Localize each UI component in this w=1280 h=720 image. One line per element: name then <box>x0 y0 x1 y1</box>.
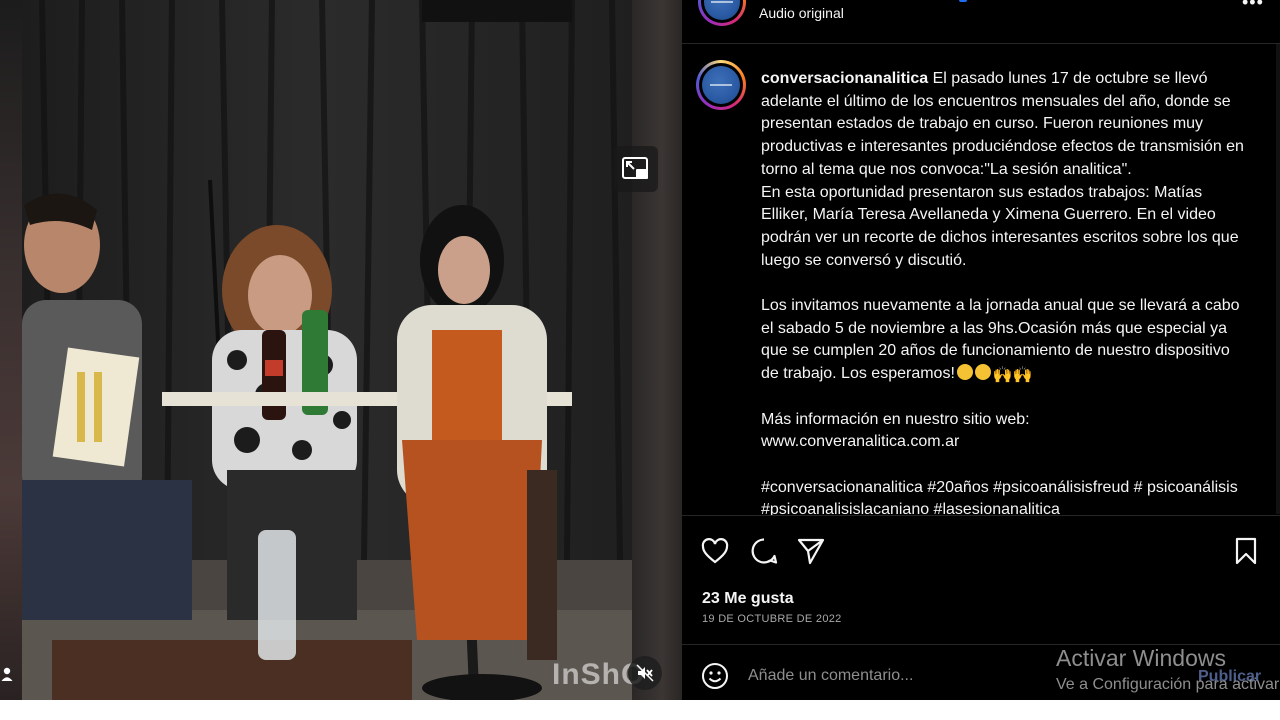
more-info-label: Más información en nuestro sitio web: <box>761 410 1030 428</box>
divider <box>682 515 1280 516</box>
windows-watermark-subtitle: Ve a Configuración para activar <box>1056 676 1280 693</box>
header-avatar[interactable] <box>698 0 746 26</box>
picture-in-picture-icon <box>622 157 648 179</box>
caption-scrollbar[interactable] <box>1276 44 1280 514</box>
post-caption: conversacionanalitica El pasado lunes 17… <box>761 68 1251 515</box>
caption-avatar[interactable] <box>696 60 746 110</box>
picture-in-picture-button[interactable] <box>614 146 658 192</box>
like-button[interactable] <box>699 535 731 567</box>
bottom-margin <box>0 700 1280 720</box>
video-scene <box>22 0 632 700</box>
audio-original-link[interactable]: Audio original <box>759 5 844 21</box>
caption-username[interactable]: conversacionanalitica <box>761 70 928 87</box>
post-info-panel: Audio original ••• conversacionanalitica… <box>682 0 1280 700</box>
windows-activation-watermark: Activar Windows Ve a Configuración para … <box>1056 644 1279 696</box>
bookmark-icon <box>1235 537 1257 565</box>
share-button[interactable] <box>795 535 827 567</box>
heart-icon <box>701 538 729 564</box>
comment-icon <box>751 538 778 564</box>
muted-speaker-icon <box>636 664 654 682</box>
post-actions <box>682 530 1280 574</box>
crying-face-emoji-icon <box>974 364 991 381</box>
more-options-icon[interactable]: ••• <box>1242 0 1264 13</box>
raising-hands-emoji-icon: 🙌 <box>992 367 1013 385</box>
caption-invitation: Los invitamos nuevamente a la jornada an… <box>761 295 1251 386</box>
website-link[interactable]: www.converanalitica.com.ar <box>761 431 1251 454</box>
caption-paragraph-2: En esta oportunidad presentaron sus esta… <box>761 183 1239 269</box>
user-icon <box>1 667 13 681</box>
verified-fragment <box>959 0 967 2</box>
post-date: 19 DE OCTUBRE DE 2022 <box>702 613 842 625</box>
post-header: Audio original ••• <box>682 0 1280 44</box>
tagged-users-button[interactable] <box>0 664 14 684</box>
save-button[interactable] <box>1230 535 1262 567</box>
right-blurred-strip <box>632 0 682 700</box>
raising-hands-emoji-icon: 🙌 <box>1012 367 1033 385</box>
hashtags[interactable]: #conversacionanalitica #20años #psicoaná… <box>761 477 1251 515</box>
likes-count[interactable]: 23 Me gusta <box>702 590 794 608</box>
caption-scroll-area[interactable]: conversacionanalitica El pasado lunes 17… <box>682 45 1276 515</box>
crying-face-emoji-icon <box>956 364 973 381</box>
mute-toggle-button[interactable] <box>628 656 662 690</box>
video-pane[interactable]: InShO <box>0 0 682 700</box>
emoji-picker-button[interactable] <box>700 661 730 691</box>
smiley-icon <box>702 663 728 689</box>
video-frame[interactable] <box>22 0 632 700</box>
left-blurred-strip <box>0 0 22 700</box>
send-icon <box>797 538 825 565</box>
comment-button[interactable] <box>748 535 780 567</box>
windows-watermark-title: Activar Windows <box>1056 645 1226 671</box>
